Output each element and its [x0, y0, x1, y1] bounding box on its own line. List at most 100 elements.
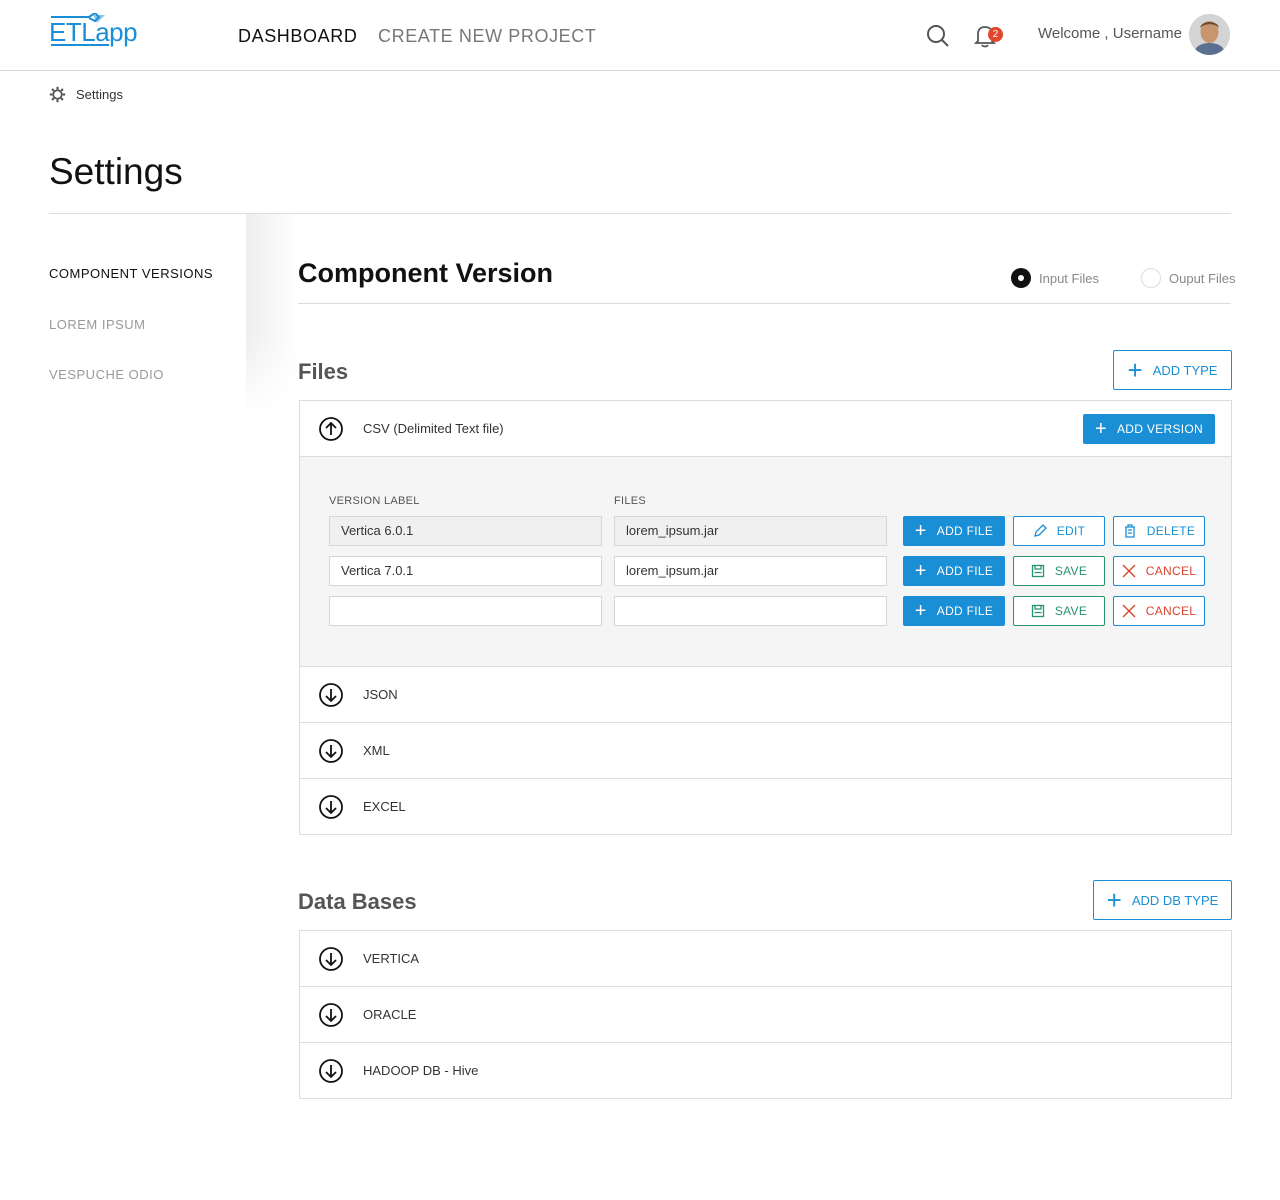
csv-label: CSV (Delimited Text file) [363, 421, 504, 436]
expand-arrow-down-icon[interactable] [319, 795, 343, 819]
radio-selected-icon [1011, 268, 1031, 288]
csv-header[interactable]: CSV (Delimited Text file) + ADD VERSION [300, 401, 1231, 456]
plus-icon: + [1106, 885, 1122, 915]
version-label-header: VERSION LABEL [329, 495, 420, 507]
delete-button[interactable]: DELETE [1113, 516, 1205, 546]
add-db-type-button[interactable]: + ADD DB TYPE [1093, 880, 1232, 920]
etlapp-logo[interactable]: ETLapp [49, 13, 138, 53]
sidebar-shadow [246, 214, 298, 414]
add-version-label: ADD VERSION [1117, 422, 1203, 436]
save-button[interactable]: SAVE [1013, 556, 1105, 586]
version-field[interactable]: Vertica 7.0.1 [329, 556, 602, 586]
radio-input-label: Input Files [1039, 270, 1099, 286]
sidebar-item-component-versions[interactable]: COMPONENT VERSIONS [49, 266, 213, 282]
user-photo-icon [1189, 14, 1230, 55]
logo-part-app: app [95, 17, 138, 47]
edit-button[interactable]: EDIT [1013, 516, 1105, 546]
file-types-list: JSON XML EXCEL [299, 666, 1232, 835]
page-title: Settings [49, 151, 183, 192]
collapse-arrow-up-icon[interactable] [319, 417, 343, 441]
radio-output-label: Ouput Files [1169, 270, 1236, 286]
expand-arrow-down-icon[interactable] [319, 1003, 343, 1027]
file-type-label: XML [363, 743, 390, 758]
radio-unselected-icon [1141, 268, 1161, 288]
expand-arrow-down-icon[interactable] [319, 947, 343, 971]
add-file-label: ADD FILE [936, 604, 994, 618]
db-type-label: ORACLE [363, 1007, 417, 1022]
csv-row[interactable]: CSV (Delimited Text file) + ADD VERSION [299, 400, 1232, 457]
cancel-button[interactable]: CANCEL [1113, 556, 1205, 586]
db-types-list: VERTICA ORACLE HADOOP DB - Hive [299, 930, 1232, 1099]
nav-create-project[interactable]: CREATE NEW PROJECT [378, 25, 596, 47]
add-file-button[interactable]: + ADD FILE [903, 556, 1005, 586]
expand-arrow-down-icon[interactable] [319, 683, 343, 707]
save-button[interactable]: SAVE [1013, 596, 1105, 626]
search-icon[interactable] [926, 24, 950, 48]
breadcrumb-settings[interactable]: Settings [76, 87, 123, 102]
radio-output-files[interactable]: Ouput Files [1141, 268, 1235, 288]
save-label: SAVE [1054, 604, 1088, 618]
db-type-row-oracle[interactable]: ORACLE [300, 987, 1231, 1043]
nav-dashboard[interactable]: DASHBOARD [238, 25, 357, 47]
radio-input-files[interactable]: Input Files [1011, 268, 1099, 288]
version-field[interactable]: Vertica 6.0.1 [329, 516, 602, 546]
avatar[interactable] [1189, 14, 1230, 55]
add-file-label: ADD FILE [936, 524, 994, 538]
sidebar-item-vespuche-odio[interactable]: VESPUCHE ODIO [49, 367, 164, 383]
plus-icon: + [914, 520, 927, 542]
logo-text: ETLapp [49, 17, 138, 47]
save-icon [1031, 604, 1044, 618]
edit-label: EDIT [1056, 524, 1086, 538]
title-divider [49, 213, 1231, 214]
add-type-label: ADD TYPE [1152, 362, 1218, 378]
file-field[interactable]: lorem_ipsum.jar [614, 516, 887, 546]
expand-arrow-down-icon[interactable] [319, 739, 343, 763]
notification-badge: 2 [988, 27, 1003, 42]
file-type-label: JSON [363, 687, 398, 702]
delete-label: DELETE [1146, 524, 1196, 538]
databases-title: Data Bases [298, 889, 417, 914]
file-field[interactable] [614, 596, 887, 626]
notifications-button[interactable]: 2 [973, 24, 1006, 48]
save-label: SAVE [1054, 564, 1088, 578]
pencil-icon [1033, 524, 1047, 537]
db-type-row-hadoop[interactable]: HADOOP DB - Hive [300, 1043, 1231, 1099]
expand-arrow-down-icon[interactable] [319, 1059, 343, 1083]
close-icon [1122, 604, 1136, 618]
file-type-row-json[interactable]: JSON [300, 667, 1231, 723]
main-divider [298, 303, 1231, 304]
db-type-label: HADOOP DB - Hive [363, 1063, 479, 1078]
save-icon [1031, 564, 1044, 578]
file-type-row-excel[interactable]: EXCEL [300, 779, 1231, 835]
welcome-text[interactable]: Welcome , Username [1038, 25, 1182, 43]
files-header: FILES [614, 495, 647, 507]
files-title: Files [298, 359, 349, 384]
csv-versions-panel: VERSION LABEL FILES Vertica 6.0.1 lorem_… [299, 457, 1232, 667]
add-file-button[interactable]: + ADD FILE [903, 516, 1005, 546]
cancel-button[interactable]: CANCEL [1113, 596, 1205, 626]
logo-part-etl: ETL [49, 17, 96, 47]
sidebar-item-lorem-ipsum[interactable]: LOREM IPSUM [49, 317, 146, 333]
top-header: ETLapp DASHBOARD CREATE NEW PROJECT 2 We… [0, 0, 1280, 71]
file-type-label: EXCEL [363, 799, 406, 814]
version-field[interactable] [329, 596, 602, 626]
component-version-title: Component Version [298, 258, 554, 288]
add-type-button[interactable]: + ADD TYPE [1113, 350, 1232, 390]
add-file-button[interactable]: + ADD FILE [903, 596, 1005, 626]
breadcrumb: Settings [49, 84, 123, 104]
add-db-type-label: ADD DB TYPE [1131, 892, 1219, 908]
gear-icon [49, 86, 66, 102]
trash-icon [1124, 524, 1135, 538]
db-type-label: VERTICA [363, 951, 420, 966]
plus-icon: + [1127, 355, 1143, 385]
plus-icon: + [1095, 418, 1107, 440]
cancel-label: CANCEL [1145, 564, 1197, 578]
add-file-label: ADD FILE [936, 564, 994, 578]
file-type-row-xml[interactable]: XML [300, 723, 1231, 779]
file-field[interactable]: lorem_ipsum.jar [614, 556, 887, 586]
cancel-label: CANCEL [1145, 604, 1197, 618]
plus-icon: + [914, 560, 927, 582]
add-version-button[interactable]: + ADD VERSION [1083, 414, 1215, 444]
plus-icon: + [914, 600, 927, 622]
db-type-row-vertica[interactable]: VERTICA [300, 931, 1231, 987]
